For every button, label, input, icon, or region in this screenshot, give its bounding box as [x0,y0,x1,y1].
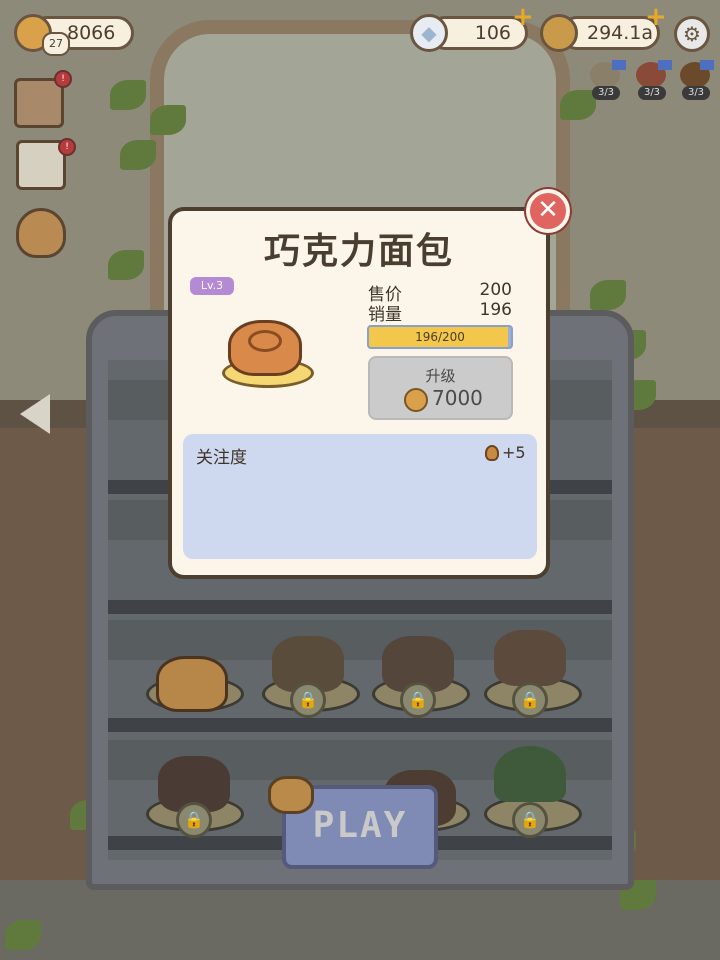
price-value: 200 [479,280,512,300]
locked-tree-cake-item[interactable] [494,746,566,802]
vine-leaf [120,140,156,170]
attention-label: 关注度 [196,448,247,468]
lock-icon: 🔒 [290,682,326,718]
bread-icon [485,445,499,461]
video-ad-icon [612,60,626,70]
helper-count: 3/3 [592,86,620,100]
lock-icon: 🔒 [512,802,548,838]
vine-leaf [110,80,146,110]
vine-leaf [108,250,144,280]
lock-icon: 🔒 [176,802,212,838]
vine-leaf [560,90,596,120]
bun-swirl [248,330,282,352]
video-ad-icon [658,60,672,70]
locked-dish-item[interactable] [494,630,566,686]
diamond-value: 106 [474,22,511,44]
gift-bag-icon[interactable] [16,208,66,258]
helper-count: 3/3 [638,86,666,100]
notification-dot-icon: ! [58,138,76,156]
progress-text: 196/200 [415,330,465,344]
add-coins-icon[interactable]: + [645,2,667,32]
vine-leaf [5,920,41,950]
sales-value: 196 [479,300,512,320]
bread-loaf-item[interactable] [156,656,228,712]
player-level-badge: 27 [42,32,70,56]
coin-icon [540,14,578,52]
upgrade-label: 升级 [425,367,456,385]
vine-leaf [150,105,186,135]
shelf-board [108,718,612,732]
vine-leaf [590,280,626,310]
diamond-icon: ◆ [410,14,448,52]
previous-arrow-icon[interactable] [20,394,50,434]
item-level-badge: Lv.3 [190,277,234,295]
floor [0,880,720,960]
helper-count: 3/3 [682,86,710,100]
bread-currency-value: 8066 [67,22,116,44]
shelf-board [108,600,612,614]
bread-icon [268,776,314,814]
video-ad-icon [700,60,714,70]
upgrade-cost: 7000 [432,386,483,410]
lock-icon: 🔒 [400,682,436,718]
attention-value: +5 [502,443,526,462]
close-icon[interactable]: ✕ [526,189,570,233]
item-title: 巧克力面包 [263,231,454,272]
settings-gear-icon[interactable]: ⚙ [674,16,710,52]
add-diamonds-icon[interactable]: + [512,2,534,32]
sales-label: 销量 [368,305,402,325]
lock-icon: 🔒 [512,682,548,718]
coin-value: 294.1a [587,22,654,44]
notification-dot-icon: ! [54,70,72,88]
coin-icon [404,388,428,412]
sales-progress-bar: 196/200 [367,325,513,349]
